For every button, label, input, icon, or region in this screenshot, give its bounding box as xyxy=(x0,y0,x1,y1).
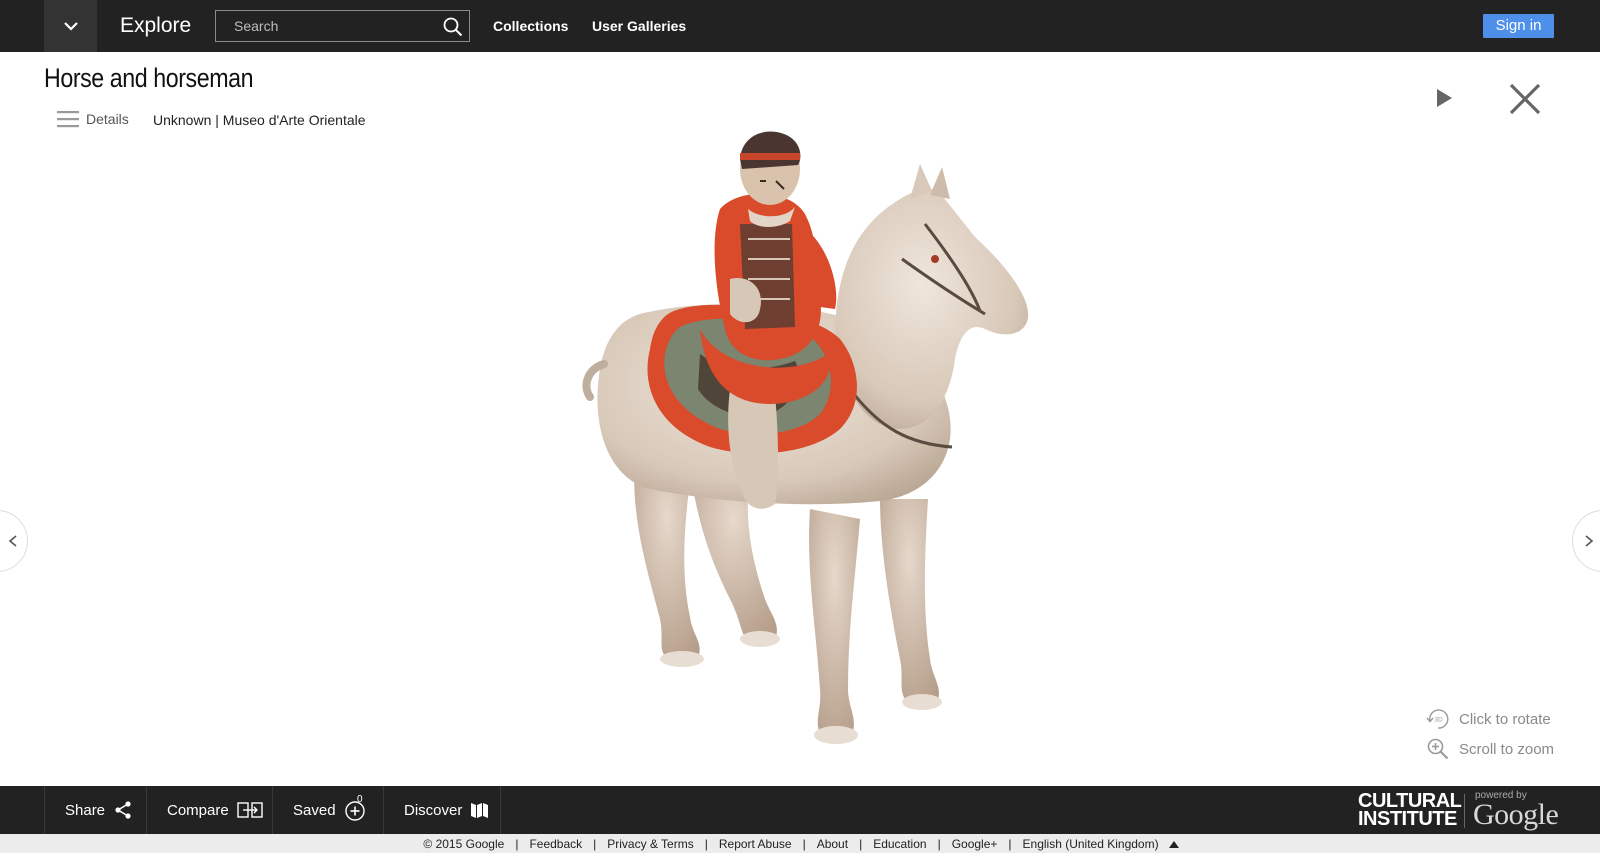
search-input[interactable] xyxy=(216,11,436,41)
footer-feedback-link[interactable]: Feedback xyxy=(527,837,584,851)
close-icon[interactable] xyxy=(1506,80,1544,118)
footer: © 2015 Google | Feedback | Privacy & Terms… xyxy=(0,834,1600,853)
rotate-icon-text: 3D xyxy=(1434,717,1443,724)
logo-divider xyxy=(1464,794,1465,828)
compare-label: Compare xyxy=(167,801,229,819)
discover-map-icon xyxy=(471,803,489,818)
footer-google-plus-link[interactable]: Google+ xyxy=(950,837,1000,851)
compare-icon xyxy=(237,802,263,818)
3d-viewer[interactable]: 3D Click to rotate Scroll to zoom xyxy=(0,125,1600,785)
discover-button[interactable]: Discover xyxy=(383,786,501,834)
nav-user-galleries[interactable]: User Galleries xyxy=(592,17,686,35)
footer-privacy-terms-link[interactable]: Privacy & Terms xyxy=(605,837,695,851)
top-bar: Explore Collections User Galleries Sign … xyxy=(0,0,1600,52)
add-circle-icon xyxy=(344,801,365,821)
saved-count-badge: 0 xyxy=(357,794,363,805)
page-title: Horse and horseman xyxy=(44,63,254,93)
next-item-button[interactable] xyxy=(1572,510,1600,572)
share-button[interactable]: Share xyxy=(44,786,146,834)
footer-education-link[interactable]: Education xyxy=(871,837,928,851)
explore-label[interactable]: Explore xyxy=(120,12,191,40)
search-box xyxy=(215,10,470,42)
chevron-right-icon xyxy=(1585,535,1594,547)
bottom-toolbar: Share Compare Saved 0 Discover CULTURAL … xyxy=(0,786,1600,834)
share-label: Share xyxy=(65,801,106,819)
google-logo: Google xyxy=(1473,798,1559,831)
search-icon[interactable] xyxy=(442,16,464,38)
saved-label: Saved xyxy=(293,801,336,819)
play-icon[interactable] xyxy=(1430,85,1456,111)
cultural-institute-logo: CULTURAL INSTITUTE xyxy=(1358,790,1462,830)
footer-about-link[interactable]: About xyxy=(815,837,850,851)
zoom-hint-label: Scroll to zoom xyxy=(1459,740,1555,758)
footer-language-selector[interactable]: English (United Kingdom) xyxy=(1021,837,1161,851)
horse-and-horseman-figure xyxy=(582,131,1029,744)
rotate-3d-icon: 3D xyxy=(1426,709,1449,729)
menu-toggle-button[interactable] xyxy=(44,0,97,52)
nav-collections[interactable]: Collections xyxy=(493,17,568,35)
discover-label: Discover xyxy=(404,801,463,819)
zoom-in-icon xyxy=(1427,738,1449,760)
share-icon xyxy=(115,801,131,819)
rotate-hint-label: Click to rotate xyxy=(1459,710,1551,728)
previous-item-button[interactable] xyxy=(0,510,28,572)
compare-button[interactable]: Compare xyxy=(146,786,272,834)
saved-button[interactable]: Saved 0 xyxy=(272,786,383,834)
footer-report-abuse-link[interactable]: Report Abuse xyxy=(717,837,794,851)
chevron-down-icon xyxy=(63,22,78,31)
rotate-hint: 3D Click to rotate xyxy=(1426,707,1551,731)
footer-copyright: © 2015 Google xyxy=(423,836,505,851)
chevron-left-icon xyxy=(8,535,17,547)
sign-in-button[interactable]: Sign in xyxy=(1483,14,1554,38)
zoom-hint: Scroll to zoom xyxy=(1426,737,1554,761)
caret-up-icon[interactable] xyxy=(1168,840,1179,848)
